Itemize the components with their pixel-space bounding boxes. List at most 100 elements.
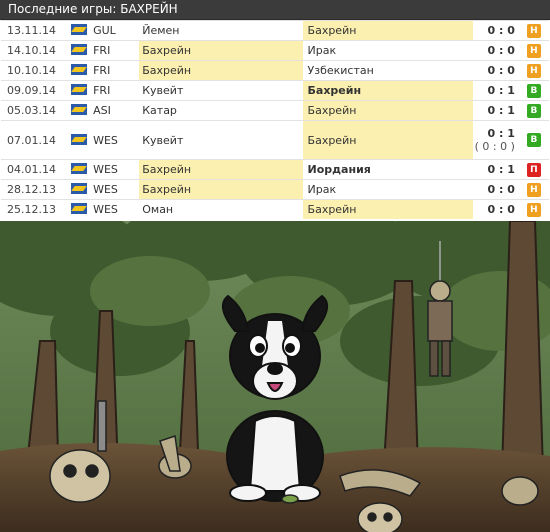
match-row[interactable]: 04.01.14 WES Бахрейн Иордания 0 : 1 П (1, 159, 549, 180)
match-score[interactable]: 0 : 0 (472, 179, 527, 200)
score-main: 0 : 0 (487, 44, 515, 57)
tournament-flag-icon (71, 163, 88, 174)
result-badge: Н (526, 23, 541, 38)
score-main: 0 : 1 (487, 104, 515, 117)
result-badge: Н (526, 43, 541, 58)
home-team[interactable]: Бахрейн (139, 40, 303, 61)
matches-table: 13.11.14 GUL Йемен Бахрейн 0 : 0 Н 14.10.14 FRI… (1, 20, 549, 219)
match-score[interactable]: 0 : 1 (472, 80, 527, 101)
score-main: 0 : 0 (487, 24, 515, 37)
result-cell: П (526, 159, 549, 180)
recent-matches-widget: Последние игры: БАХРЕЙН 13.11.14 GUL Йемен… (0, 0, 550, 219)
result-badge: Н (526, 202, 541, 217)
match-date: 14.10.14 (1, 40, 70, 61)
result-badge: В (526, 133, 541, 147)
score-main: 0 : 1 (487, 127, 515, 140)
away-team[interactable]: Бахрейн (302, 199, 473, 219)
tournament-code: WES (93, 183, 118, 196)
result-cell: Н (526, 60, 549, 81)
match-row[interactable]: 05.03.14 ASI Катар Бахрейн 0 : 1 В (1, 100, 549, 121)
tournament-flag-icon (71, 44, 88, 55)
result-badge: В (526, 103, 541, 118)
home-team[interactable]: Оман (139, 199, 303, 219)
result-badge: П (526, 162, 541, 177)
home-team[interactable]: Бахрейн (139, 179, 303, 200)
away-team[interactable]: Бахрейн (302, 100, 473, 121)
match-score[interactable]: 0 : 0 (472, 20, 527, 41)
tournament-flag-icon (71, 203, 88, 214)
tournament[interactable]: WES (69, 199, 140, 219)
result-badge: В (526, 83, 541, 98)
score-main: 0 : 1 (487, 84, 515, 97)
home-team[interactable]: Бахрейн (139, 60, 303, 81)
home-team[interactable]: Кувейт (139, 80, 303, 101)
tournament[interactable]: FRI (69, 80, 140, 101)
tournament[interactable]: WES (69, 159, 140, 180)
away-team[interactable]: Узбекистан (302, 60, 473, 81)
match-score[interactable]: 0 : 0 (472, 60, 527, 81)
match-date: 10.10.14 (1, 60, 70, 81)
match-date: 09.09.14 (1, 80, 70, 101)
tournament[interactable]: WES (69, 179, 140, 200)
result-cell: Н (526, 179, 549, 200)
match-date: 07.01.14 (1, 120, 70, 160)
match-score[interactable]: 0 : 1 (472, 100, 527, 121)
match-row[interactable]: 25.12.13 WES Оман Бахрейн 0 : 0 Н (1, 199, 549, 219)
result-cell: В (526, 80, 549, 101)
tournament-flag-icon (71, 84, 88, 95)
tournament-code: WES (93, 203, 118, 216)
match-row[interactable]: 10.10.14 FRI Бахрейн Узбекистан 0 : 0 Н (1, 60, 549, 81)
widget-title: Последние игры: БАХРЕЙН (0, 0, 550, 20)
away-team[interactable]: Ирак (302, 40, 473, 61)
tournament-code: FRI (93, 64, 111, 77)
tournament-code: WES (93, 163, 118, 176)
tournament-flag-icon (71, 24, 88, 35)
score-main: 0 : 0 (487, 183, 515, 196)
match-score[interactable]: 0 : 1 (472, 159, 527, 180)
home-team[interactable]: Кувейт (139, 120, 303, 160)
tournament-flag-icon (71, 133, 88, 145)
cartoon-forest-image (0, 221, 550, 532)
result-cell: В (526, 100, 549, 121)
match-row[interactable]: 13.11.14 GUL Йемен Бахрейн 0 : 0 Н (1, 20, 549, 41)
away-team[interactable]: Иордания (302, 159, 473, 180)
score-halftime: ( 0 : 0 ) (474, 140, 515, 153)
away-team[interactable]: Бахрейн (302, 20, 473, 41)
match-score[interactable]: 0 : 0 (472, 199, 527, 219)
tournament[interactable]: GUL (69, 20, 140, 41)
tournament-code: FRI (93, 44, 111, 57)
match-row[interactable]: 14.10.14 FRI Бахрейн Ирак 0 : 0 Н (1, 40, 549, 61)
tournament-code: FRI (93, 84, 111, 97)
match-row[interactable]: 07.01.14 WES Кувейт Бахрейн 0 : 1( 0 : 0 ) В (1, 120, 549, 160)
home-team[interactable]: Катар (139, 100, 303, 121)
tournament-flag-icon (71, 104, 88, 115)
away-team[interactable]: Ирак (302, 179, 473, 200)
result-badge: Н (526, 182, 541, 197)
tournament[interactable]: FRI (69, 40, 140, 61)
tournament[interactable]: FRI (69, 60, 140, 81)
tournament[interactable]: WES (69, 120, 140, 160)
result-cell: Н (526, 20, 549, 41)
away-team[interactable]: Бахрейн (302, 120, 473, 160)
match-score[interactable]: 0 : 0 (472, 40, 527, 61)
match-date: 04.01.14 (1, 159, 70, 180)
match-date: 28.12.13 (1, 179, 70, 200)
result-cell: В (526, 120, 549, 160)
match-score[interactable]: 0 : 1( 0 : 0 ) (472, 120, 527, 160)
home-team[interactable]: Бахрейн (139, 159, 303, 180)
match-date: 05.03.14 (1, 100, 70, 121)
tournament[interactable]: ASI (69, 100, 140, 121)
result-cell: Н (526, 40, 549, 61)
result-badge: Н (526, 63, 541, 78)
tournament-code: WES (93, 133, 118, 147)
match-row[interactable]: 28.12.13 WES Бахрейн Ирак 0 : 0 Н (1, 179, 549, 200)
away-team[interactable]: Бахрейн (302, 80, 473, 101)
tournament-flag-icon (71, 183, 88, 194)
score-main: 0 : 0 (487, 203, 515, 216)
result-cell: Н (526, 199, 549, 219)
score-main: 0 : 1 (487, 163, 515, 176)
score-main: 0 : 0 (487, 64, 515, 77)
home-team[interactable]: Йемен (139, 20, 303, 41)
match-row[interactable]: 09.09.14 FRI Кувейт Бахрейн 0 : 1 В (1, 80, 549, 101)
tournament-flag-icon (71, 64, 88, 75)
